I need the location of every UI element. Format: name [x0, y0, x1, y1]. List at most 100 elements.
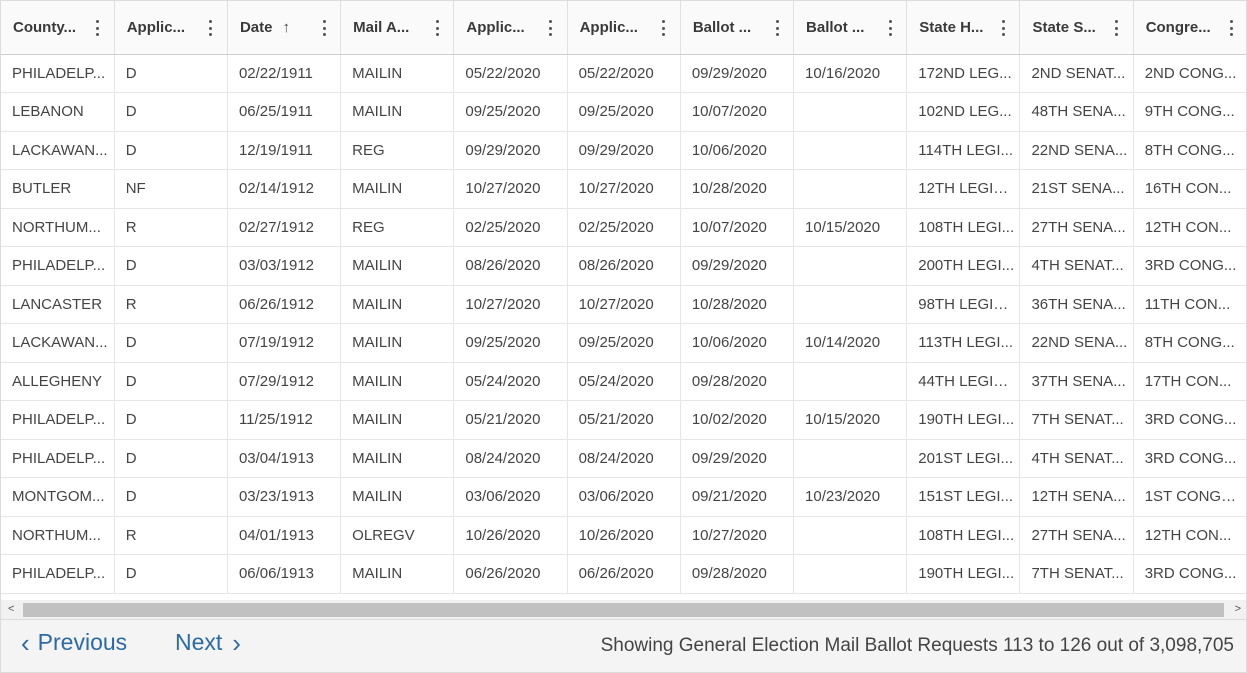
cell-value: 02/22/1911 — [238, 64, 313, 82]
column-header[interactable]: County... — [1, 1, 115, 55]
column-header-label: Applic... — [579, 19, 638, 37]
cell-value: 09/29/2020 — [691, 64, 767, 82]
cell-value: R — [125, 526, 137, 544]
table-row[interactable]: NORTHUM... R 04/01/1913 OLREGV 10/26/2020 10/… — [1, 516, 1246, 555]
cell-value: 07/19/1912 — [238, 334, 315, 352]
scrollbar-thumb[interactable] — [23, 603, 1224, 617]
cell-value: 3RD CONG... — [1144, 411, 1237, 429]
table-row[interactable]: LEBANON D 06/25/1911 MAILIN 09/25/2020 09/25/… — [1, 92, 1246, 132]
cell-value: 12TH SENA... — [1031, 488, 1126, 506]
table-cell: 09/25/2020 — [453, 92, 568, 132]
column-menu-icon[interactable] — [888, 20, 892, 36]
table-cell: MONTGOM... — [1, 477, 115, 517]
column-menu-icon[interactable] — [549, 20, 553, 36]
cell-value: 08/24/2020 — [578, 449, 654, 467]
column-header[interactable]: Mail A... — [340, 1, 455, 55]
table-cell: 44TH LEGIS... — [906, 362, 1021, 401]
table-cell: 98TH LEGIS... — [906, 285, 1021, 324]
table-cell: 11/25/1912 — [227, 400, 342, 440]
table-cell — [793, 362, 908, 401]
scroll-left-arrow-icon[interactable]: < — [8, 603, 14, 615]
table-cell: 06/26/2020 — [453, 554, 568, 594]
column-menu-icon[interactable] — [775, 20, 779, 36]
column-menu-icon[interactable] — [1229, 20, 1233, 36]
table-cell: 4TH SENAT... — [1019, 246, 1134, 286]
cell-value: 27TH SENA... — [1031, 218, 1126, 236]
column-header[interactable]: Ballot ... — [680, 1, 795, 55]
table-cell: 03/03/1912 — [227, 246, 342, 286]
table-cell: 27TH SENA... — [1019, 516, 1134, 555]
cell-value: NORTHUM... — [12, 526, 101, 544]
table-row[interactable]: LANCASTER R 06/26/1912 MAILIN 10/27/2020 10/2… — [1, 285, 1246, 324]
column-menu-icon[interactable] — [1115, 20, 1119, 36]
cell-value: 151ST LEGI... — [918, 488, 1014, 506]
table-cell: 108TH LEGI... — [906, 516, 1021, 555]
previous-page-button[interactable]: ‹ Previous — [21, 629, 127, 656]
column-header[interactable]: Congre... — [1133, 1, 1246, 55]
next-page-button[interactable]: Next › — [175, 629, 241, 656]
cell-value: 21ST SENA... — [1031, 180, 1125, 198]
cell-value: D — [125, 488, 137, 506]
chevron-left-icon: ‹ — [21, 627, 30, 658]
column-header[interactable]: Applic... — [453, 1, 568, 55]
table-row[interactable]: MONTGOM... D 03/23/1913 MAILIN 03/06/2020 03/… — [1, 477, 1246, 517]
cell-value: 7TH SENAT... — [1031, 411, 1124, 429]
table-row[interactable]: PHILADELP... D 03/04/1913 MAILIN 08/24/2020 0… — [1, 439, 1246, 478]
cell-value: 10/06/2020 — [691, 141, 767, 159]
table-cell: 2ND SENAT... — [1019, 54, 1134, 93]
table-cell: 03/04/1913 — [227, 439, 342, 478]
column-menu-icon[interactable] — [209, 20, 213, 36]
table-row[interactable]: PHILADELP... D 06/06/1913 MAILIN 06/26/2020 0… — [1, 554, 1246, 594]
column-menu-icon[interactable] — [322, 20, 326, 36]
column-header[interactable]: Applic... — [567, 1, 681, 55]
table-cell: 05/24/2020 — [453, 362, 568, 401]
cell-value: LEBANON — [12, 103, 84, 121]
column-header-label: County... — [13, 19, 77, 37]
cell-value: 12TH LEGIS... — [918, 180, 1015, 198]
cell-value: 05/24/2020 — [465, 372, 541, 390]
cell-value: 11TH CON... — [1144, 295, 1231, 313]
table-cell: MAILIN — [340, 323, 455, 363]
column-menu-icon[interactable] — [435, 20, 439, 36]
table-cell: 3RD CONG... — [1133, 439, 1246, 478]
sort-ascending-icon[interactable]: ↑ — [282, 19, 290, 36]
column-menu-icon[interactable] — [662, 20, 666, 36]
table-row[interactable]: LACKAWAN... D 07/19/1912 MAILIN 09/25/2020 09… — [1, 323, 1246, 363]
cell-value: 10/27/2020 — [578, 295, 654, 313]
cell-value: 09/28/2020 — [691, 565, 767, 583]
cell-value: 09/25/2020 — [465, 334, 541, 352]
column-menu-icon[interactable] — [1001, 20, 1005, 36]
cell-value: 44TH LEGIS... — [918, 372, 1015, 390]
cell-value: 09/21/2020 — [691, 488, 767, 506]
table-row[interactable]: PHILADELP... D 03/03/1912 MAILIN 08/26/2020 0… — [1, 246, 1246, 286]
table-cell: 200TH LEGI... — [906, 246, 1021, 286]
column-header-label: Ballot ... — [692, 19, 752, 37]
table-cell: 05/24/2020 — [567, 362, 681, 401]
table-header: County... Applic... Date ↑ Mail A... Applic..… — [1, 1, 1246, 55]
column-header[interactable]: Date ↑ — [227, 1, 342, 55]
cell-value: 05/22/2020 — [465, 64, 541, 82]
table-row[interactable]: LACKAWAN... D 12/19/1911 REG 09/29/2020 09/29… — [1, 131, 1246, 170]
table-row[interactable]: NORTHUM... R 02/27/1912 REG 02/25/2020 02/25/… — [1, 208, 1246, 247]
table-cell: ALLEGHENY — [1, 362, 115, 401]
column-header[interactable]: State S... — [1019, 1, 1134, 55]
table-cell: 05/21/2020 — [567, 400, 681, 440]
cell-value: D — [125, 141, 137, 159]
scroll-right-arrow-icon[interactable]: > — [1235, 603, 1241, 615]
cell-value: 10/28/2020 — [691, 180, 767, 198]
table-row[interactable]: PHILADELP... D 02/22/1911 MAILIN 05/22/2020 0… — [1, 54, 1246, 93]
cell-value: 02/25/2020 — [465, 218, 541, 236]
table-row[interactable]: BUTLER NF 02/14/1912 MAILIN 10/27/2020 10/27/… — [1, 169, 1246, 209]
column-menu-icon[interactable] — [96, 20, 100, 36]
column-header[interactable]: State H... — [906, 1, 1021, 55]
table-cell: 108TH LEGI... — [906, 208, 1021, 247]
table-row[interactable]: ALLEGHENY D 07/29/1912 MAILIN 05/24/2020 05/2… — [1, 362, 1246, 401]
horizontal-scrollbar[interactable]: < > — [1, 600, 1246, 619]
cell-value: 03/06/2020 — [578, 488, 654, 506]
cell-value: 05/21/2020 — [465, 411, 541, 429]
table-row[interactable]: PHILADELP... D 11/25/1912 MAILIN 05/21/2020 0… — [1, 400, 1246, 440]
table-cell: 10/28/2020 — [680, 285, 795, 324]
column-header[interactable]: Applic... — [114, 1, 228, 55]
column-header[interactable]: Ballot ... — [793, 1, 908, 55]
table-cell: 06/26/2020 — [567, 554, 681, 594]
